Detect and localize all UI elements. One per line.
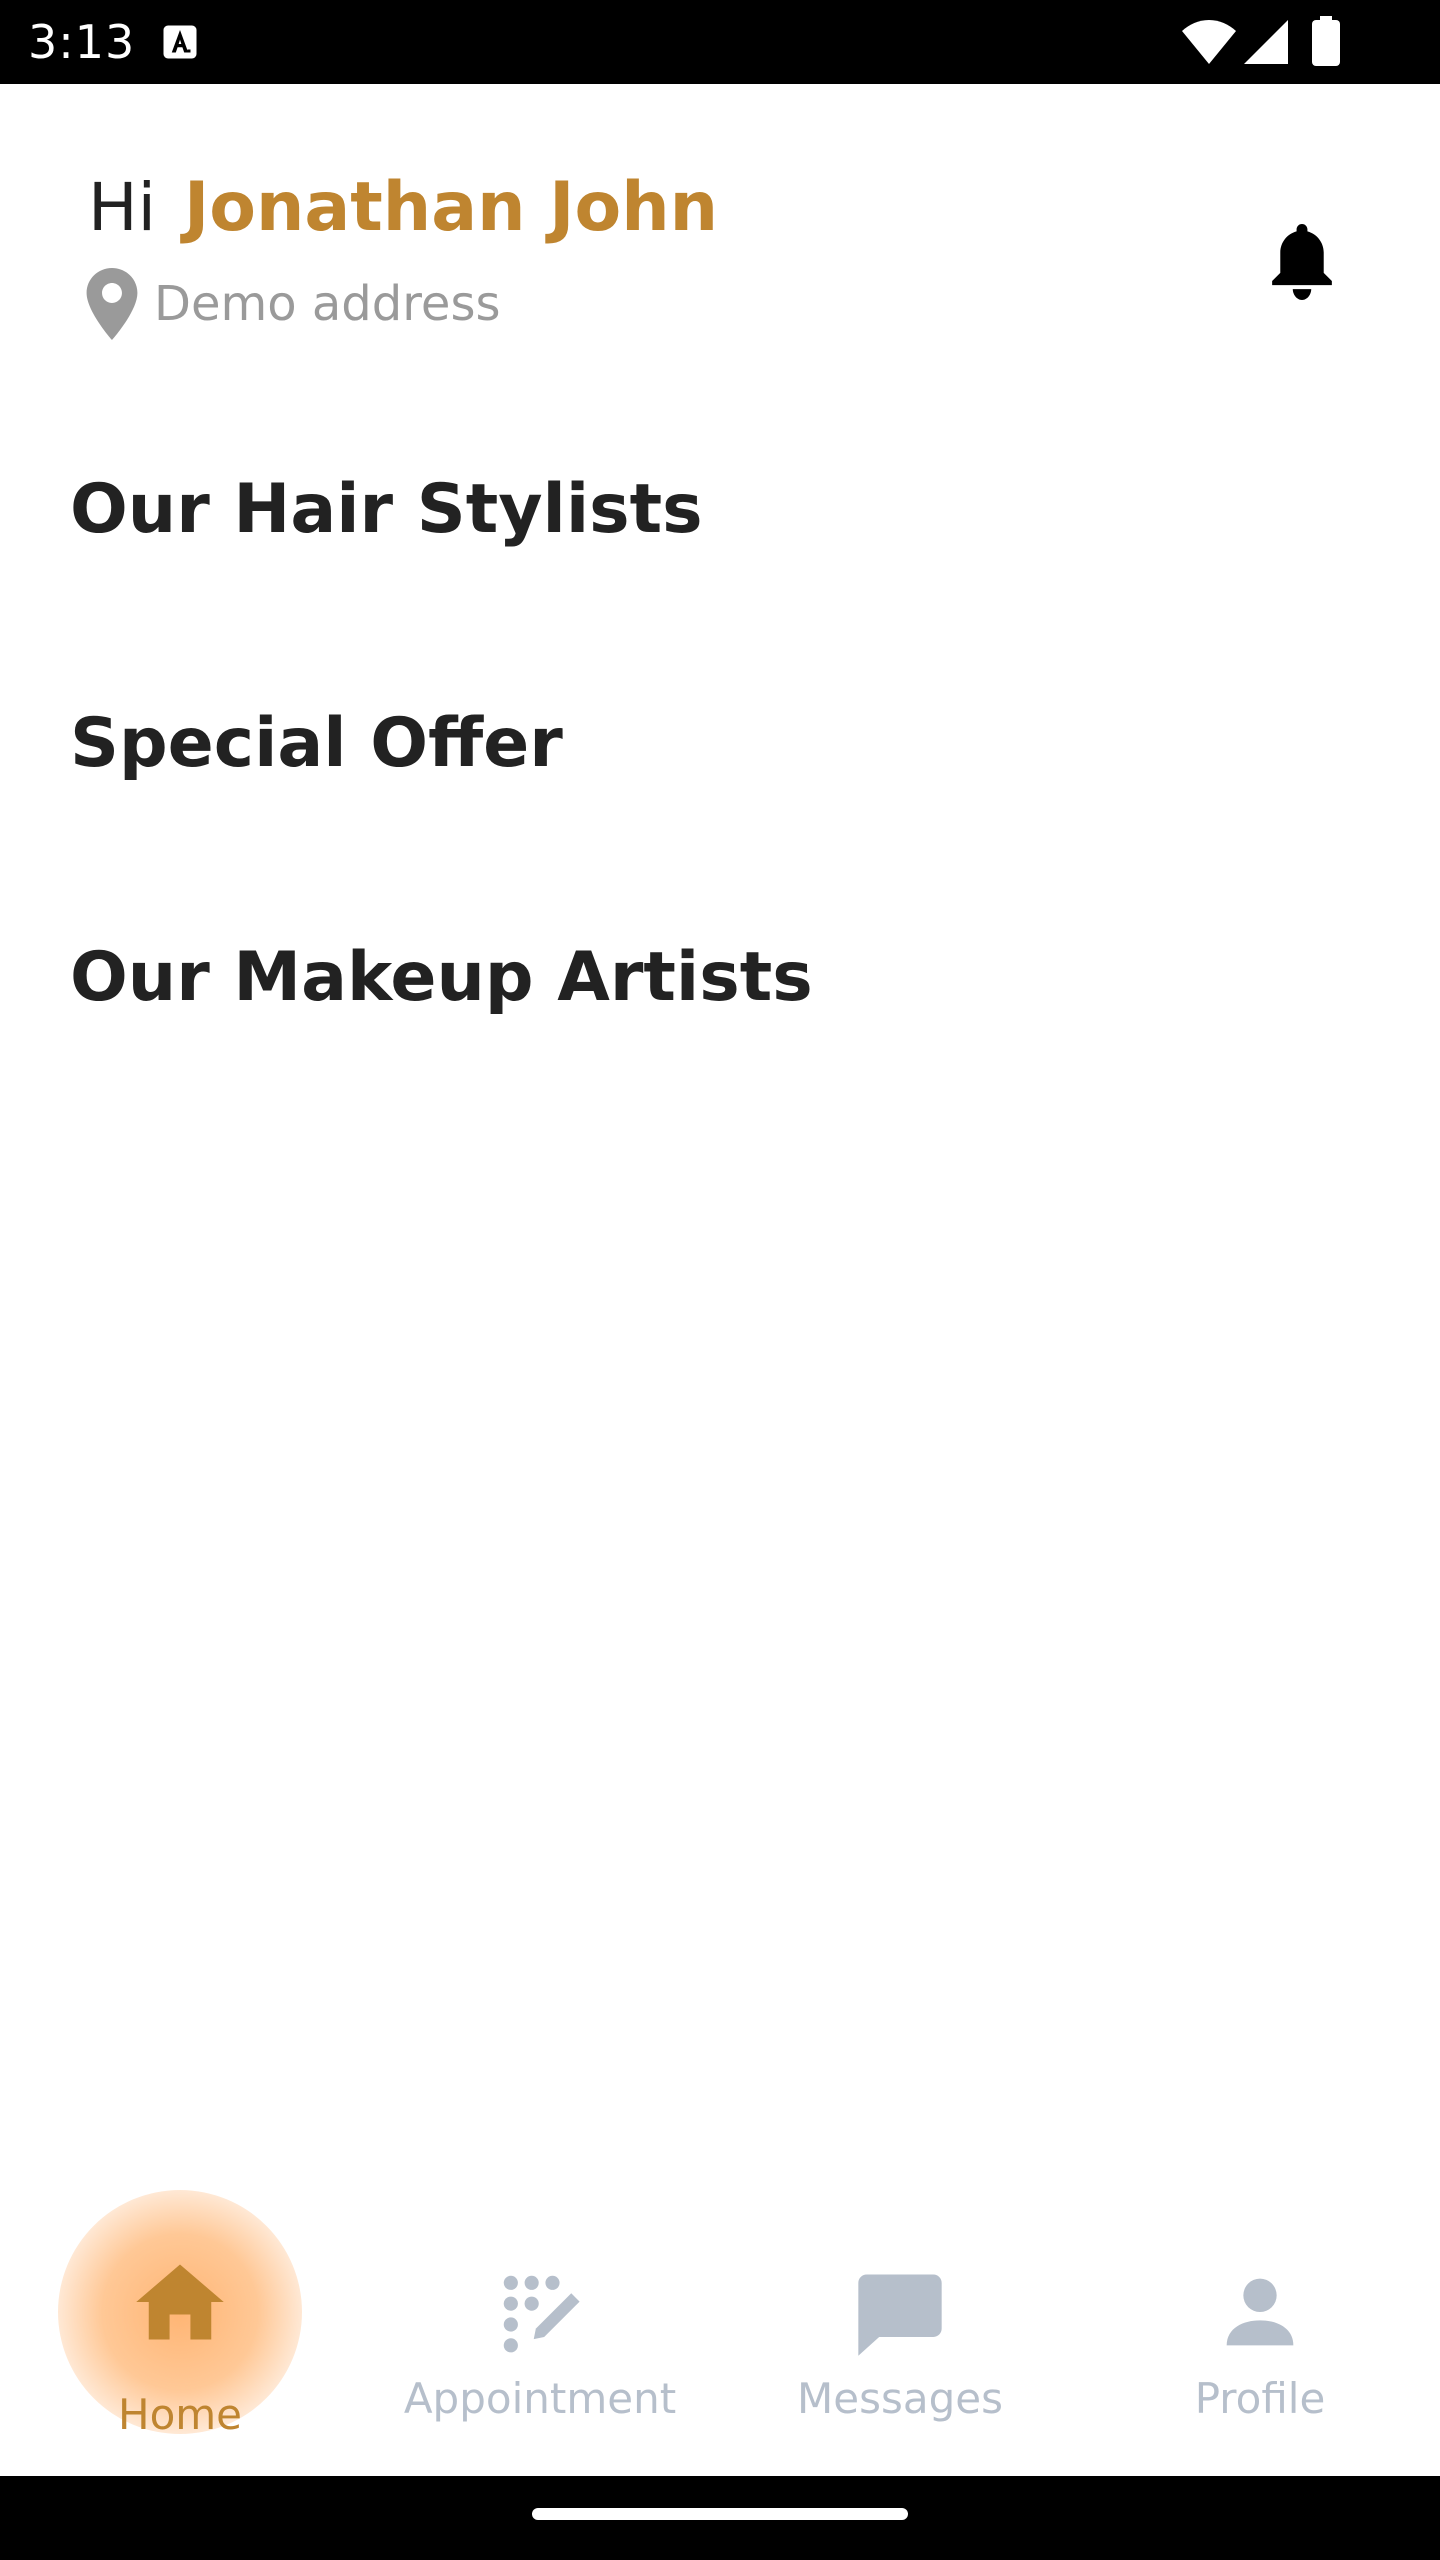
greeting: Hi Jonathan John — [88, 168, 718, 268]
section-title-hair-stylists: Our Hair Stylists — [70, 470, 703, 549]
home-screen: 3:13 Hi Jonathan John Demo address Our H… — [0, 0, 1440, 2560]
gesture-home-indicator[interactable] — [532, 2508, 908, 2520]
signal-icon — [1244, 20, 1288, 64]
nav-item-home[interactable]: Home — [0, 2190, 360, 2476]
section-title-special-offer: Special Offer — [70, 704, 563, 783]
bell-icon — [1272, 224, 1332, 300]
wifi-icon — [1182, 20, 1236, 64]
section-title-makeup-artists: Our Makeup Artists — [70, 938, 813, 1017]
nav-item-messages[interactable]: Messages — [720, 2190, 1080, 2476]
status-time: 3:13 — [28, 15, 136, 69]
messages-icon — [858, 2274, 942, 2356]
appointment-icon — [503, 2275, 580, 2353]
notifications-button[interactable] — [1262, 222, 1342, 302]
bottom-nav: Home Appointment Messages Profile — [0, 2190, 1440, 2476]
battery-icon — [1312, 16, 1340, 66]
keyboard-notification-icon — [163, 25, 197, 59]
nav-item-appointment[interactable]: Appointment — [360, 2190, 720, 2476]
nav-label-home: Home — [117, 2390, 243, 2439]
nav-label-appointment: Appointment — [403, 2374, 677, 2423]
address-text: Demo address — [154, 276, 501, 332]
nav-label-messages: Messages — [797, 2374, 1003, 2423]
profile-icon — [1226, 2278, 1294, 2346]
greeting-text: Hi — [88, 169, 156, 246]
status-bar: 3:13 — [0, 0, 1440, 84]
address-row[interactable]: Demo address — [86, 268, 500, 340]
nav-item-profile[interactable]: Profile — [1080, 2190, 1440, 2476]
home-icon — [136, 2264, 224, 2340]
system-nav-bar — [0, 2476, 1440, 2560]
location-pin-icon — [86, 268, 138, 340]
nav-label-profile: Profile — [1194, 2374, 1326, 2423]
user-name: Jonathan John — [183, 168, 719, 247]
